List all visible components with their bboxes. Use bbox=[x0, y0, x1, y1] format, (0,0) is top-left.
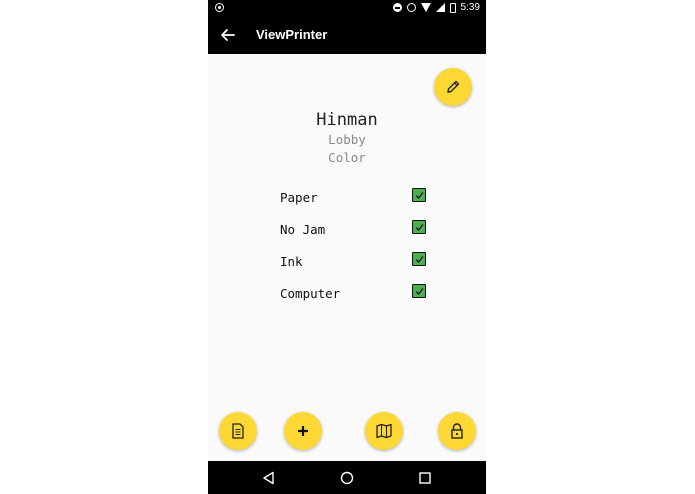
computer-checkbox[interactable] bbox=[412, 284, 426, 298]
notification-dot-icon bbox=[215, 3, 224, 12]
app-title: ViewPrinter bbox=[256, 27, 328, 42]
no-jam-checkbox[interactable] bbox=[412, 220, 426, 234]
printer-location: Lobby bbox=[328, 132, 366, 147]
nav-home-button[interactable] bbox=[339, 470, 355, 486]
check-icon bbox=[415, 255, 423, 263]
alarm-icon bbox=[406, 3, 416, 12]
status-label: Paper bbox=[280, 190, 318, 205]
triangle-back-icon bbox=[263, 471, 274, 485]
nav-back-button[interactable] bbox=[261, 470, 277, 486]
document-icon bbox=[232, 423, 244, 439]
check-icon bbox=[415, 287, 423, 295]
map-icon bbox=[376, 423, 392, 439]
square-recents-icon bbox=[419, 472, 431, 484]
printer-type: Color bbox=[328, 150, 366, 165]
add-button[interactable] bbox=[284, 412, 322, 450]
signal-icon bbox=[435, 3, 445, 12]
ink-checkbox[interactable] bbox=[412, 252, 426, 266]
do-not-disturb-icon bbox=[392, 3, 402, 12]
status-label: Computer bbox=[280, 286, 341, 301]
edit-button[interactable] bbox=[434, 68, 472, 106]
status-time: 5:39 bbox=[460, 2, 480, 13]
status-bar: 5:39 bbox=[208, 0, 486, 17]
paper-checkbox[interactable] bbox=[412, 188, 426, 202]
circle-home-icon bbox=[340, 471, 354, 485]
status-row-ink: Ink bbox=[280, 252, 430, 272]
status-label: No Jam bbox=[280, 222, 326, 237]
arrow-left-icon bbox=[221, 29, 235, 41]
wifi-icon bbox=[420, 3, 431, 12]
document-button[interactable] bbox=[219, 412, 257, 450]
printer-name: Hinman bbox=[316, 110, 378, 130]
phone-screen: 5:39 ViewPrinter Hinman Lobby Color Pape… bbox=[208, 0, 486, 494]
status-label: Ink bbox=[280, 254, 303, 269]
status-icons: 5:39 bbox=[392, 2, 480, 13]
status-row-computer: Computer bbox=[280, 284, 430, 304]
nav-recents-button[interactable] bbox=[417, 470, 433, 486]
battery-icon bbox=[449, 2, 456, 13]
status-row-no-jam: No Jam bbox=[280, 220, 430, 240]
check-icon bbox=[415, 191, 423, 199]
status-row-paper: Paper bbox=[280, 188, 430, 208]
map-button[interactable] bbox=[365, 412, 403, 450]
check-icon bbox=[415, 223, 423, 231]
plus-icon bbox=[298, 426, 308, 436]
system-nav-bar bbox=[208, 461, 486, 494]
lock-icon bbox=[451, 423, 463, 439]
pencil-icon bbox=[447, 80, 460, 93]
lock-button[interactable] bbox=[438, 412, 476, 450]
app-bar: ViewPrinter bbox=[208, 17, 486, 54]
back-button[interactable] bbox=[217, 24, 239, 46]
